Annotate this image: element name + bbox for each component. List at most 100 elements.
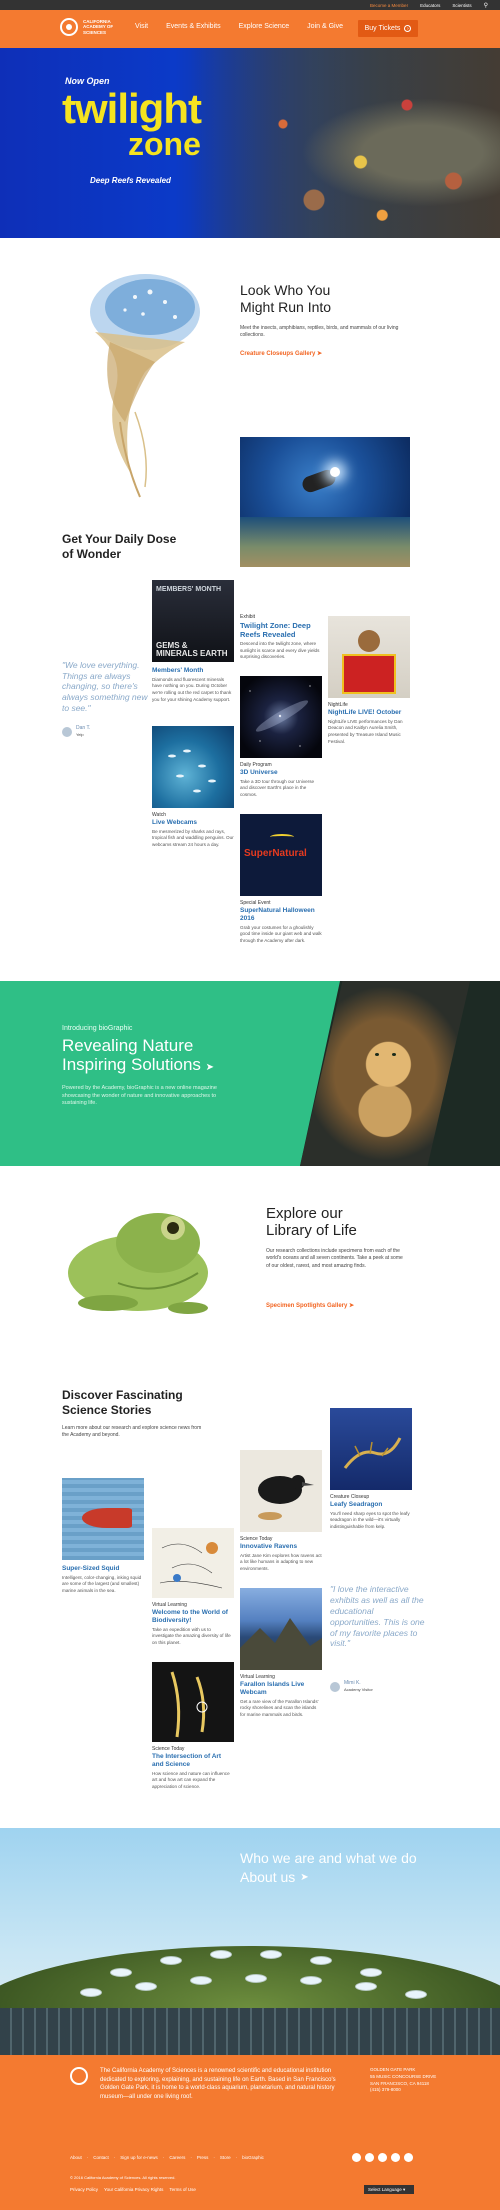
footer-links: About · Contact · Sign up for e-news · Care…	[70, 2155, 264, 2160]
biographic-kicker: Introducing bioGraphic	[62, 1025, 133, 1032]
hero-banner[interactable]: Now Open twilight zone Deep Reefs Reveal…	[0, 48, 500, 238]
creature-closeups-label: Creature Closeups Gallery	[240, 351, 316, 357]
specimen-spotlights-label: Specimen Spotlights Gallery	[266, 1303, 348, 1309]
library-title-line2: Library of Life	[266, 1222, 357, 1240]
card-title[interactable]: Twilight Zone: Deep Reefs Revealed	[240, 621, 322, 639]
card-category: NightLife	[328, 702, 348, 708]
ravens-image[interactable]	[240, 1450, 322, 1532]
story-description: Intelligent, color-changing, inking squi…	[62, 1574, 142, 1594]
diver-image[interactable]	[240, 437, 410, 567]
twitter-icon[interactable]	[365, 2153, 374, 2162]
sun-logo-icon[interactable]	[70, 2067, 88, 2085]
biodiversity-illustration	[159, 1542, 223, 1589]
story-title[interactable]: Leafy Seadragon	[330, 1501, 412, 1509]
squid-image[interactable]	[62, 1478, 144, 1560]
story-title[interactable]: Farallon Islands Live Webcam	[240, 1681, 322, 1697]
footer-link-careers[interactable]: Careers	[169, 2155, 185, 2160]
art-science-image[interactable]	[152, 1662, 234, 1742]
footer-link-about[interactable]: About	[70, 2155, 82, 2160]
story-category: Virtual Learning	[152, 1602, 187, 1608]
search-icon[interactable]: ⚲	[484, 2, 488, 9]
address-phone: (415) 379-8000	[370, 2087, 401, 2093]
story-description: How science and nature can influence art…	[152, 1770, 230, 1789]
language-select-label: Select Language	[368, 2187, 402, 2192]
specimen-spotlights-link[interactable]: Specimen Spotlights Gallery ➤	[266, 1302, 354, 1309]
quote-author-name: Dan T.	[76, 725, 91, 731]
frog-image	[68, 1213, 208, 1314]
footer-link-press[interactable]: Press	[197, 2155, 209, 2160]
earth-graphic-text: GEMS & MINERALS EARTH	[156, 641, 228, 658]
skeleton-graphic	[270, 834, 294, 840]
raven-illustration	[258, 1475, 314, 1520]
coral-reef-image	[190, 48, 500, 238]
biodiversity-image[interactable]	[152, 1528, 234, 1598]
footer-link-contact[interactable]: Contact	[93, 2155, 109, 2160]
story-category: Creature Closeup	[330, 1494, 370, 1500]
look-title-line1: Look Who You	[240, 282, 331, 298]
academy-logo[interactable]: CALIFORNIA ACADEMY OF SCIENCES	[60, 18, 123, 36]
biographic-description: Powered by the Academy, bioGraphic is a …	[62, 1085, 217, 1107]
buy-tickets-button[interactable]: Buy Tickets ›	[358, 20, 418, 37]
become-member-link[interactable]: Become a Member	[370, 3, 408, 8]
nav-events-exhibits[interactable]: Events & Exhibits	[166, 23, 220, 30]
pinterest-icon[interactable]	[404, 2153, 413, 2162]
youtube-icon[interactable]	[378, 2153, 387, 2162]
story-title[interactable]: Super-Sized Squid	[62, 1565, 144, 1573]
fish-school-graphic	[168, 749, 216, 793]
footer-link-store[interactable]: Store	[220, 2155, 231, 2160]
terms-of-use-link[interactable]: Terms of Use	[169, 2187, 196, 2192]
roof-skylight	[360, 1968, 382, 1977]
arrow-right-icon: ›	[404, 25, 412, 32]
seadragon-illustration	[343, 1437, 402, 1469]
card-title[interactable]: 3D Universe	[240, 769, 322, 777]
buy-tickets-label: Buy Tickets	[364, 25, 401, 32]
facebook-icon[interactable]	[352, 2153, 361, 2162]
farallon-image[interactable]	[240, 1588, 322, 1670]
story-title[interactable]: Innovative Ravens	[240, 1543, 322, 1551]
avatar	[330, 1681, 340, 1692]
creature-closeups-link[interactable]: Creature Closeups Gallery ➤	[240, 350, 322, 357]
supernatural-image[interactable]: SuperNatural	[240, 814, 322, 896]
members-month-image[interactable]: MEMBERS' MONTH GEMS & MINERALS EARTH	[152, 580, 234, 662]
hero-title-zone: zone	[128, 126, 201, 162]
art-science-illustration	[170, 1671, 208, 1738]
arrow-circle-icon[interactable]: ➤	[206, 1062, 214, 1073]
story-farallon-webcam: Virtual Learning Farallon Islands Live W…	[240, 1674, 322, 1719]
live-webcams-image[interactable]	[152, 726, 234, 808]
card-title[interactable]: SuperNatural Halloween 2016	[240, 907, 322, 923]
biographic-banner[interactable]: Introducing bioGraphic Revealing Nature …	[0, 981, 500, 1166]
story-title[interactable]: Welcome to the World of Biodiversity!	[152, 1609, 234, 1625]
nav-join-give[interactable]: Join & Give	[307, 23, 343, 30]
roof-skylight	[310, 1956, 332, 1965]
card-title[interactable]: Members' Month	[152, 667, 234, 675]
members-month-graphic-text: MEMBERS' MONTH	[156, 586, 222, 593]
footer-link-biographic[interactable]: bioGraphic	[242, 2155, 264, 2160]
footer-link-enews[interactable]: Sign up for e-news	[120, 2155, 158, 2160]
reef-floor	[240, 517, 410, 567]
california-privacy-link[interactable]: Your California Privacy Rights	[104, 2187, 163, 2192]
hero-title-twilight: twilight	[62, 85, 202, 132]
biographic-title-line2: Inspiring Solutions ➤	[62, 1054, 214, 1075]
nav-visit[interactable]: Visit	[135, 23, 148, 30]
nightlife-image[interactable]	[328, 616, 410, 698]
nav-explore-science[interactable]: Explore Science	[239, 23, 290, 30]
biographic-title-line2-text: Inspiring Solutions	[62, 1054, 201, 1074]
card-title[interactable]: Live Webcams	[152, 819, 234, 827]
roof-skylight	[405, 1990, 427, 1999]
educators-link[interactable]: Educators	[420, 3, 440, 8]
card-title[interactable]: NightLife LIVE! October	[328, 709, 410, 717]
card-description: NightLife LIVE performances by Dan Deaco…	[328, 718, 403, 744]
3d-universe-image[interactable]	[240, 676, 322, 758]
card-description: Be mesmerized by sharks and rays, tropic…	[152, 828, 234, 848]
scientists-link[interactable]: Scientists	[452, 3, 471, 8]
privacy-policy-link[interactable]: Privacy Policy	[70, 2187, 98, 2192]
language-select[interactable]: Select Language ▾	[364, 2185, 414, 2194]
card-description: Diamonds and fluorescent minerals have n…	[152, 676, 232, 702]
instagram-icon[interactable]	[391, 2153, 400, 2162]
story-title[interactable]: The Intersection of Art and Science	[152, 1753, 234, 1769]
daily-wonder-title: Get Your Daily Dose of Wonder	[62, 532, 176, 562]
seadragon-image[interactable]	[330, 1408, 412, 1490]
about-banner[interactable]: Who we are and what we do About us ➤	[0, 1828, 500, 2055]
about-us-link[interactable]: About us ➤	[240, 1869, 309, 1885]
story-description: You'll need sharp eyes to spot the leafy…	[330, 1510, 410, 1530]
